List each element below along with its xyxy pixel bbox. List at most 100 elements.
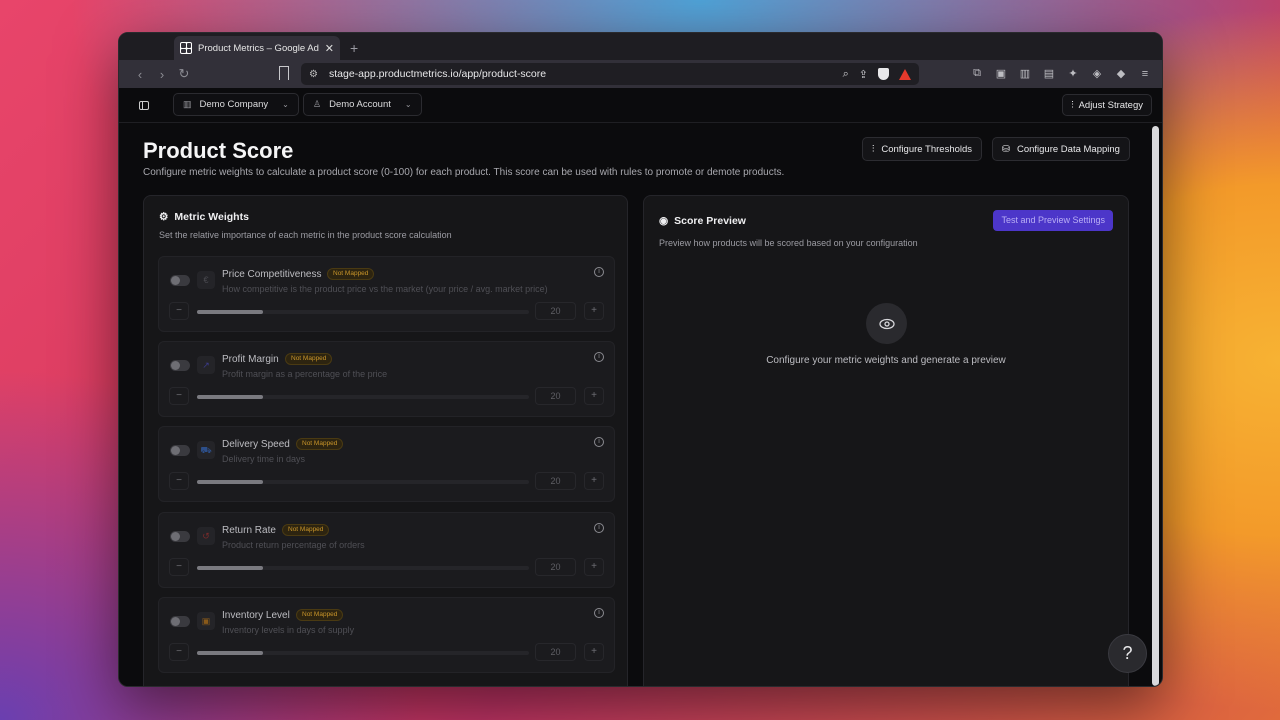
not-mapped-badge: Not Mapped bbox=[285, 353, 333, 365]
weight-value-input[interactable]: 20 bbox=[535, 558, 576, 576]
site-settings-icon[interactable]: ⚙ bbox=[309, 69, 325, 80]
decrement-button[interactable]: − bbox=[169, 558, 189, 576]
sliders-icon: ⫶ bbox=[872, 143, 875, 155]
info-icon[interactable]: i bbox=[594, 523, 604, 533]
not-mapped-badge: Not Mapped bbox=[282, 524, 330, 536]
metric-card: ↺ Return Rate Not Mapped Product return … bbox=[158, 512, 615, 588]
weight-value-input[interactable]: 20 bbox=[535, 302, 576, 320]
database-icon: ⛁ bbox=[1002, 143, 1010, 155]
new-tab-icon[interactable]: + bbox=[350, 40, 358, 56]
metric-toggle[interactable] bbox=[170, 360, 190, 371]
metric-name: Return Rate bbox=[222, 525, 276, 536]
weight-slider-fill bbox=[197, 651, 264, 655]
back-icon[interactable]: ‹ bbox=[129, 67, 151, 82]
configure-thresholds-label: Configure Thresholds bbox=[881, 143, 973, 155]
tab-title: Product Metrics – Google Ads bbox=[198, 42, 319, 54]
test-and-preview-button[interactable]: Test and Preview Settings bbox=[993, 210, 1113, 231]
metric-description: Product return percentage of orders bbox=[222, 540, 365, 550]
weight-slider[interactable] bbox=[197, 566, 529, 570]
menu-icon[interactable]: ≡ bbox=[1138, 68, 1152, 80]
metric-toggle[interactable] bbox=[170, 275, 190, 286]
close-tab-icon[interactable]: ✕ bbox=[325, 42, 334, 55]
preview-placeholder-eye-icon bbox=[866, 303, 907, 344]
metric-weights-panel: ⚙ Metric Weights Set the relative import… bbox=[143, 195, 628, 686]
sidebar-icon[interactable]: ▥ bbox=[1018, 67, 1032, 80]
weight-value-input[interactable]: 20 bbox=[535, 472, 576, 490]
brave-shield-icon[interactable] bbox=[878, 68, 889, 80]
building-icon: ▥ bbox=[183, 99, 192, 109]
info-icon[interactable]: i bbox=[594, 608, 604, 618]
app-favicon-icon bbox=[180, 42, 192, 54]
truck-icon: ⛟ bbox=[197, 441, 215, 459]
user-icon: ♙ bbox=[313, 99, 322, 109]
main-content: Product Score Configure metric weights t… bbox=[119, 123, 1147, 686]
page-scrollbar[interactable] bbox=[1152, 126, 1159, 686]
euro-icon: € bbox=[197, 271, 215, 289]
increment-button[interactable]: + bbox=[584, 387, 604, 405]
weight-slider[interactable] bbox=[197, 651, 529, 655]
metric-card: ⛟ Delivery Speed Not Mapped Delivery tim… bbox=[158, 426, 615, 502]
browser-tab[interactable]: Product Metrics – Google Ads ✕ bbox=[174, 36, 340, 60]
share-icon[interactable]: ⇪ bbox=[859, 68, 868, 81]
sliders-icon: ⫶ bbox=[1071, 99, 1074, 111]
metric-description: Delivery time in days bbox=[222, 454, 306, 464]
configure-data-mapping-button[interactable]: ⛁ Configure Data Mapping bbox=[992, 137, 1130, 161]
help-button[interactable]: ? bbox=[1108, 634, 1147, 673]
info-icon[interactable]: i bbox=[594, 267, 604, 277]
reload-icon[interactable]: ↻ bbox=[173, 66, 195, 82]
wallet-icon[interactable]: ▤ bbox=[1042, 67, 1056, 80]
zoom-icon[interactable]: ⌕ bbox=[843, 68, 849, 81]
app-topbar: ▥ Demo Company ⌄ ♙ Demo Account ⌄ ⫶ Adju… bbox=[119, 88, 1162, 123]
metric-description: How competitive is the product price vs … bbox=[222, 284, 548, 294]
decrement-button[interactable]: − bbox=[169, 302, 189, 320]
configure-data-mapping-label: Configure Data Mapping bbox=[1016, 143, 1120, 155]
info-icon[interactable]: i bbox=[594, 352, 604, 362]
company-name: Demo Company bbox=[199, 99, 269, 110]
metric-name: Price Competitiveness bbox=[222, 269, 322, 280]
metric-toggle[interactable] bbox=[170, 531, 190, 542]
decrement-button[interactable]: − bbox=[169, 387, 189, 405]
bookmark-icon[interactable] bbox=[279, 66, 289, 80]
weight-slider[interactable] bbox=[197, 480, 529, 484]
weight-slider-fill bbox=[197, 395, 264, 399]
profile-icon[interactable]: ◆ bbox=[1114, 67, 1128, 80]
increment-button[interactable]: + bbox=[584, 558, 604, 576]
metric-toggle[interactable] bbox=[170, 445, 190, 456]
extensions-icon[interactable]: ⧉ bbox=[970, 67, 984, 80]
metric-weights-header: ⚙ Metric Weights bbox=[159, 211, 249, 223]
chevron-down-icon: ⌄ bbox=[282, 100, 289, 109]
extension-icon[interactable]: ▣ bbox=[994, 67, 1008, 80]
ai-icon[interactable]: ✦ bbox=[1066, 67, 1080, 80]
metric-name: Profit Margin bbox=[222, 354, 279, 365]
info-icon[interactable]: i bbox=[594, 437, 604, 447]
metric-toggle[interactable] bbox=[170, 616, 190, 627]
metric-description: Profit margin as a percentage of the pri… bbox=[222, 369, 388, 379]
sidebar-toggle-icon[interactable] bbox=[139, 100, 149, 110]
page-subtitle: Configure metric weights to calculate a … bbox=[143, 167, 785, 178]
adjust-strategy-label: Adjust Strategy bbox=[1078, 99, 1143, 111]
url-text[interactable]: stage-app.productmetrics.io/app/product-… bbox=[329, 68, 833, 80]
weight-slider-fill bbox=[197, 480, 264, 484]
browser-toolbar: ‹ › ↻ ⚙ stage-app.productmetrics.io/app/… bbox=[119, 60, 1162, 88]
weight-value-input[interactable]: 20 bbox=[535, 387, 576, 405]
brave-rewards-icon[interactable] bbox=[899, 68, 911, 80]
increment-button[interactable]: + bbox=[584, 302, 604, 320]
browser-extensions: ⧉ ▣ ▥ ▤ ✦ ◈ ◆ ≡ bbox=[970, 67, 1152, 80]
return-icon: ↺ bbox=[197, 527, 215, 545]
decrement-button[interactable]: − bbox=[169, 643, 189, 661]
account-selector[interactable]: ♙ Demo Account ⌄ bbox=[303, 93, 422, 116]
address-bar[interactable]: ⚙ stage-app.productmetrics.io/app/produc… bbox=[301, 63, 919, 85]
score-preview-panel: ◉ Score Preview Test and Preview Setting… bbox=[643, 195, 1129, 686]
adjust-strategy-button[interactable]: ⫶ Adjust Strategy bbox=[1062, 94, 1152, 116]
weight-slider[interactable] bbox=[197, 395, 529, 399]
forward-icon[interactable]: › bbox=[151, 67, 173, 82]
weight-slider[interactable] bbox=[197, 310, 529, 314]
configure-thresholds-button[interactable]: ⫶ Configure Thresholds bbox=[862, 137, 983, 161]
gear-icon: ⚙ bbox=[159, 211, 169, 223]
increment-button[interactable]: + bbox=[584, 472, 604, 490]
decrement-button[interactable]: − bbox=[169, 472, 189, 490]
company-selector[interactable]: ▥ Demo Company ⌄ bbox=[173, 93, 299, 116]
increment-button[interactable]: + bbox=[584, 643, 604, 661]
weight-value-input[interactable]: 20 bbox=[535, 643, 576, 661]
vpn-icon[interactable]: ◈ bbox=[1090, 67, 1104, 80]
